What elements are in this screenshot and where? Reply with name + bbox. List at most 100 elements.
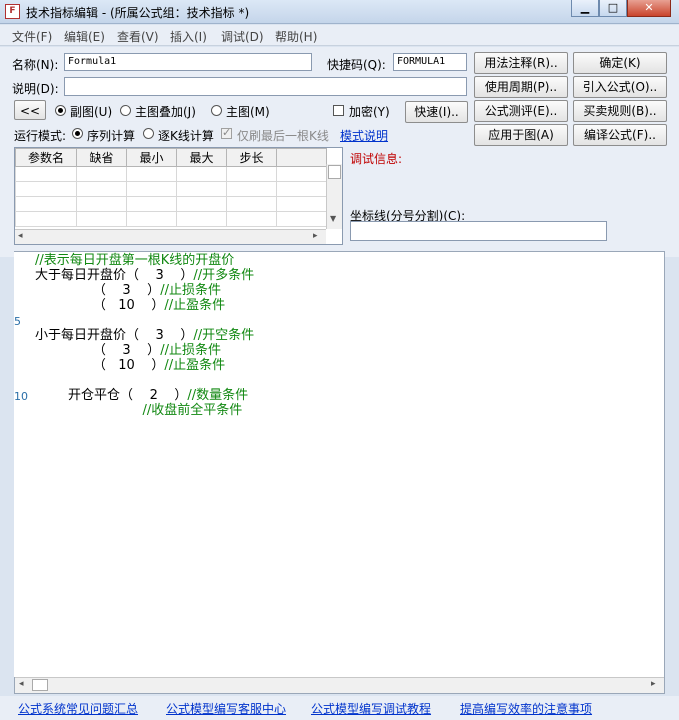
menu-file[interactable]: 文件(F) [12,28,52,45]
compile-formula-button[interactable]: 编译公式(F).. [573,124,667,146]
close-button[interactable]: ✕ [627,0,671,17]
code-text: 大于每日开盘价（ 3 ） [35,268,194,283]
collapse-button[interactable]: << [14,100,46,120]
table-cell[interactable] [76,181,127,197]
code-comment: //止损条件 [160,343,221,358]
table-cell[interactable] [76,211,127,227]
table-cell[interactable] [226,196,277,212]
col-param-name: 参数名 [15,148,77,167]
view-mainchart-label: 主图(M) [226,105,270,119]
code-line[interactable]: 小于每日开盘价（ 3 ）//开空条件 [35,328,254,343]
description-input[interactable] [64,77,467,96]
code-comment: //止损条件 [160,283,221,298]
minimize-button[interactable]: ▁ [571,0,599,17]
run-mode-perbar-radio[interactable] [143,128,154,139]
code-line[interactable]: //表示每日开盘第一根K线的开盘价 [35,253,234,268]
code-line[interactable]: （ 3 ）//止损条件 [35,283,221,298]
table-row[interactable] [15,166,327,182]
import-formula-button[interactable]: 引入公式(O).. [573,76,667,98]
table-cell[interactable] [226,166,277,182]
col-step: 步长 [226,148,277,167]
quick-button[interactable]: 快速(I).. [405,101,468,123]
debug-info-label: 调试信息: [350,152,403,166]
menu-view[interactable]: 查看(V) [117,28,159,45]
view-mainchart-radio[interactable] [211,105,222,116]
scroll-thumb[interactable] [32,679,48,691]
table-cell[interactable] [126,166,177,182]
menu-debug[interactable]: 调试(D) [221,28,264,45]
code-line[interactable]: （ 3 ）//止损条件 [35,343,221,358]
table-row[interactable] [15,196,327,212]
last-bar-only-checkbox[interactable] [221,126,232,139]
code-line[interactable]: 大于每日开盘价（ 3 ）//开多条件 [35,268,254,283]
table-cell[interactable] [15,211,77,227]
tutorial-link[interactable]: 公式模型编写调试教程 [311,700,431,717]
trade-rules-button[interactable]: 买卖规则(B).. [573,100,667,122]
table-cell[interactable] [126,211,177,227]
name-input[interactable]: Formula1 [64,53,312,71]
view-overlay-radio[interactable] [120,105,131,116]
params-horizontal-scrollbar[interactable]: ◂ ▸ [15,229,326,244]
table-cell[interactable] [176,166,227,182]
table-cell[interactable] [176,196,227,212]
line-number: 5 [14,315,21,328]
code-line[interactable]: （ 10 ）//止盈条件 [35,358,225,373]
col-default: 缺省 [76,148,127,167]
scroll-left-arrow-icon[interactable]: ◂ [18,231,23,241]
table-cell[interactable] [15,166,77,182]
view-subchart-radio[interactable] [55,105,66,116]
usage-period-button[interactable]: 使用周期(P).. [474,76,568,98]
table-row[interactable] [15,181,327,197]
mode-help-link[interactable]: 模式说明 [340,127,388,144]
params-vertical-scrollbar[interactable]: ▼ [326,164,342,229]
code-comment: //止盈条件 [164,298,226,313]
menu-help[interactable]: 帮助(H) [275,28,317,45]
scroll-down-arrow-icon[interactable]: ▼ [330,214,336,223]
table-cell[interactable] [76,166,127,182]
run-mode-label: 运行模式: [14,129,67,143]
formula-test-button[interactable]: 公式测评(E).. [474,100,568,122]
line-number: 10 [14,390,28,403]
table-cell[interactable] [176,211,227,227]
code-comment: //收盘前全平条件 [142,403,243,418]
code-comment: //开多条件 [193,268,255,283]
apply-to-chart-button[interactable]: 应用于图(A) [474,124,568,146]
table-cell[interactable] [226,211,277,227]
menu-insert[interactable]: 插入(I) [170,28,207,45]
table-cell[interactable] [15,181,77,197]
encrypt-checkbox[interactable] [333,105,344,116]
table-row[interactable] [15,211,327,227]
editor-horizontal-scrollbar[interactable]: ◂ ▸ [15,677,664,693]
code-line[interactable]: 开仓平仓（ 2 ）//数量条件 [35,388,248,403]
code-line[interactable]: （ 10 ）//止盈条件 [35,298,225,313]
run-mode-series-radio[interactable] [72,128,83,139]
efficiency-tips-link[interactable]: 提高编写效率的注意事项 [460,700,592,717]
code-editor[interactable] [14,251,665,694]
table-cell[interactable] [176,181,227,197]
coord-lines-input[interactable] [350,221,607,241]
code-line[interactable]: //收盘前全平条件 [35,403,242,418]
shortcut-input[interactable]: FORMULA1 [393,53,467,71]
support-center-link[interactable]: 公式模型编写客服中心 [166,700,286,717]
scroll-thumb[interactable] [328,165,341,179]
table-cell[interactable] [126,181,177,197]
app-icon: F [5,4,20,19]
maximize-button[interactable]: □ [599,0,627,17]
scroll-left-arrow-icon[interactable]: ◂ [19,679,24,689]
table-cell[interactable] [15,196,77,212]
usage-notes-button[interactable]: 用法注释(R).. [474,52,568,74]
confirm-button[interactable]: 确定(K) [573,52,667,74]
table-cell[interactable] [126,196,177,212]
table-cell[interactable] [226,181,277,197]
code-comment: //数量条件 [187,388,249,403]
table-cell[interactable] [76,196,127,212]
menu-edit[interactable]: 编辑(E) [64,28,105,45]
faq-link[interactable]: 公式系统常见问题汇总 [18,700,138,717]
col-max: 最大 [176,148,227,167]
code-comment: //止盈条件 [164,358,226,373]
scroll-right-arrow-icon[interactable]: ▸ [313,231,318,241]
name-label: 名称(N): [12,58,59,72]
description-label: 说明(D): [12,82,59,96]
scroll-right-arrow-icon[interactable]: ▸ [651,679,656,689]
